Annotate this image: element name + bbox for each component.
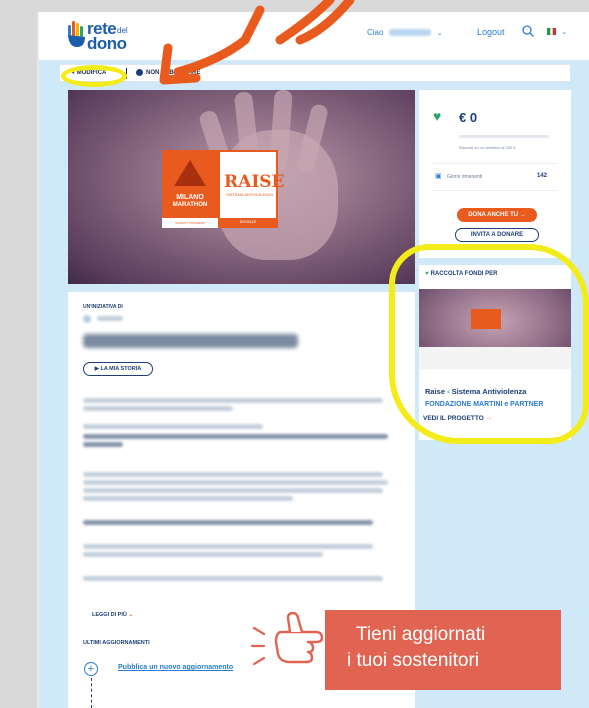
search-icon[interactable] bbox=[521, 24, 535, 38]
logout-link[interactable]: Logout bbox=[477, 27, 505, 37]
logo-text-dono: dono bbox=[87, 34, 127, 53]
story-text-redacted bbox=[83, 424, 263, 429]
timeline-line bbox=[91, 678, 92, 708]
chevron-down-icon: ⌄ bbox=[561, 29, 568, 36]
goal-text: Raccolti su un obiettivo di 200 € bbox=[459, 145, 516, 150]
story-text-redacted bbox=[83, 406, 233, 411]
initiative-label: UN'INIZIATIVA DI bbox=[83, 304, 123, 310]
donate-button[interactable]: DONA ANCHE TU → bbox=[457, 208, 537, 222]
milano-marathon-logo: MILANO MARATHON CHARITY PROGRAM bbox=[162, 150, 218, 228]
days-remaining-label: Giorni rimanenti bbox=[447, 174, 483, 180]
donate-label: DONA ANCHE TU bbox=[468, 212, 519, 218]
raise-marathon-badge: MILANO MARATHON CHARITY PROGRAM RAISE SI… bbox=[162, 150, 285, 228]
story-text-redacted bbox=[83, 472, 383, 477]
site-logo[interactable]: rete del dono bbox=[67, 17, 137, 55]
highlight-circle-edit bbox=[61, 65, 127, 87]
campaign-hero-image: MILANO MARATHON CHARITY PROGRAM RAISE SI… bbox=[68, 90, 415, 284]
chevron-down-icon: ⌄ bbox=[128, 612, 133, 618]
days-remaining-value: 142 bbox=[537, 173, 548, 179]
unpublish-icon bbox=[136, 69, 143, 76]
add-update-plus-icon[interactable]: + bbox=[84, 662, 98, 676]
story-text-redacted bbox=[83, 434, 388, 439]
initiative-author[interactable] bbox=[83, 314, 129, 323]
highlight-circle-fundraise bbox=[389, 244, 589, 444]
badge-text-marathon: MARATHON bbox=[172, 202, 208, 208]
story-text-redacted bbox=[83, 442, 123, 447]
badge-text-milano: MILANO bbox=[176, 194, 204, 201]
author-name-redacted bbox=[97, 316, 123, 321]
badge-text-charity: CHARITY PROGRAM bbox=[162, 218, 218, 228]
arrow-annotation-icon bbox=[159, 0, 355, 85]
story-text-redacted bbox=[83, 398, 383, 403]
pointing-hand-icon bbox=[250, 612, 324, 666]
mountain-icon bbox=[174, 160, 206, 186]
invite-button[interactable]: INVITA A DONARE bbox=[455, 228, 539, 242]
campaign-title-redacted bbox=[83, 334, 298, 348]
story-text-redacted bbox=[83, 552, 323, 557]
story-text-redacted bbox=[83, 488, 383, 493]
amount-raised: € 0 bbox=[459, 110, 478, 125]
tip-text-line2: i tuoi sostenitori bbox=[347, 650, 480, 671]
read-more-label: LEGGI DI PIÙ bbox=[92, 612, 127, 618]
my-story-button[interactable]: ▶ LA MIA STORIA bbox=[83, 362, 153, 376]
badge-text-bronze: BRONZE bbox=[220, 218, 276, 226]
tip-text-line1: Tieni aggiornati bbox=[356, 624, 486, 645]
story-text-redacted bbox=[83, 576, 383, 581]
story-text-redacted bbox=[83, 544, 373, 549]
raise-logo: RAISE SISTEMA ANTIVIOLENZA BRONZE bbox=[218, 150, 285, 228]
calendar-icon: ▣ bbox=[435, 173, 442, 180]
story-text-redacted bbox=[83, 496, 293, 501]
donation-hand-icon: ♥ bbox=[433, 108, 442, 124]
language-selector[interactable]: ⌄ bbox=[547, 27, 567, 36]
badge-text-raise: RAISE bbox=[224, 172, 285, 192]
updates-heading: ULTIMI AGGIORNAMENTI bbox=[83, 640, 150, 646]
logo-hand-icon bbox=[68, 21, 85, 47]
chevron-down-icon: ⌄ bbox=[436, 30, 443, 37]
badge-text-sistema: SISTEMA ANTIVIOLENZA bbox=[226, 192, 274, 197]
story-text-redacted bbox=[83, 520, 373, 525]
my-story-label: LA MIA STORIA bbox=[100, 366, 142, 372]
read-more-link[interactable]: LEGGI DI PIÙ ⌄ bbox=[92, 612, 133, 618]
divider bbox=[433, 163, 557, 164]
donation-summary-card: ♥ € 0 Raccolti su un obiettivo di 200 € … bbox=[419, 90, 571, 258]
user-name bbox=[388, 29, 431, 37]
flag-red bbox=[553, 28, 556, 36]
story-text-redacted bbox=[83, 480, 388, 485]
publish-update-link[interactable]: Pubblica un nuovo aggiornamento bbox=[118, 664, 233, 671]
user-menu[interactable]: Ciao ⌄ bbox=[367, 28, 443, 37]
divider bbox=[433, 190, 557, 191]
progress-bar bbox=[459, 135, 549, 138]
author-avatar bbox=[83, 315, 91, 323]
